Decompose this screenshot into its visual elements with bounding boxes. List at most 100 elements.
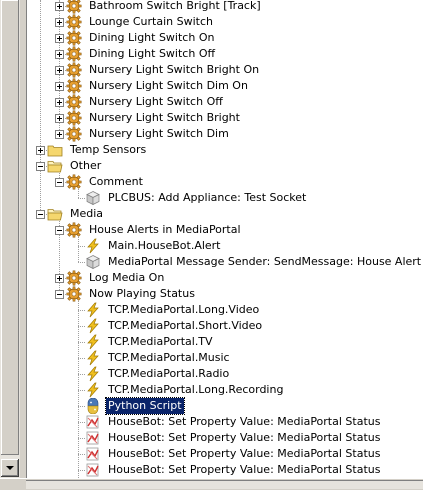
tree-item-plcbus-add-appliance-test-socket[interactable]: PLCBUS: Add Appliance: Test Socket xyxy=(27,190,423,206)
tree-item-tcp-mediaportal-tv[interactable]: TCP.MediaPortal.TV xyxy=(27,334,423,350)
tree-item-nursery-light-switch-off[interactable]: Nursery Light Switch Off xyxy=(27,94,423,110)
tree-item-label: Main.HouseBot.Alert xyxy=(108,239,221,252)
lightning-icon xyxy=(85,238,101,254)
tree-item-label: HouseBot: Set Property Value: MediaPorta… xyxy=(108,431,381,444)
collapse-button[interactable] xyxy=(55,226,64,235)
python-icon xyxy=(85,397,101,415)
gear-icon xyxy=(66,62,82,78)
horizontal-scrollbar[interactable] xyxy=(0,478,423,490)
tree-item-house-alerts-in-mediaportal[interactable]: House Alerts in MediaPortal xyxy=(27,222,423,238)
property-icon xyxy=(85,446,101,462)
tree-item-label: HouseBot: Set Property Value: MediaPorta… xyxy=(108,463,381,476)
tree-item-dining-light-switch-off[interactable]: Dining Light Switch Off xyxy=(27,46,423,62)
tree-item-label: Dining Light Switch On xyxy=(89,31,215,44)
tree-item-python-script[interactable]: Python Script xyxy=(27,397,423,415)
collapse-button[interactable] xyxy=(55,178,64,187)
pane-splitter[interactable] xyxy=(20,0,27,480)
expand-button[interactable] xyxy=(55,50,64,59)
vertical-scrollbar[interactable] xyxy=(0,0,21,480)
gear-icon xyxy=(66,174,82,190)
tree-item-label: Nursery Light Switch Bright xyxy=(89,111,240,124)
gear-icon xyxy=(66,222,82,238)
tree-item-other[interactable]: Other xyxy=(27,158,423,174)
collapse-button[interactable] xyxy=(55,290,64,299)
gear-icon xyxy=(66,78,82,94)
gear-icon xyxy=(66,286,82,302)
tree-item-label: Comment xyxy=(89,175,143,188)
folder-open-icon xyxy=(47,158,63,174)
tree-item-label: Nursery Light Switch Bright On xyxy=(89,63,260,76)
tree-item-label: TCP.MediaPortal.Long.Recording xyxy=(108,383,284,396)
tree-item-dining-light-switch-on[interactable]: Dining Light Switch On xyxy=(27,30,423,46)
tree-item-label: TCP.MediaPortal.Short.Video xyxy=(108,319,263,332)
tree-item-label: Nursery Light Switch Dim On xyxy=(89,79,248,92)
lightning-icon xyxy=(85,334,101,350)
tree-item-label: TCP.MediaPortal.TV xyxy=(108,335,213,348)
tree-item-housebot-set-property-value-mediaportal-status[interactable]: HouseBot: Set Property Value: MediaPorta… xyxy=(27,414,423,430)
tree-item-housebot-set-property-value-mediaportal-status[interactable]: HouseBot: Set Property Value: MediaPorta… xyxy=(27,462,423,478)
property-icon xyxy=(85,462,101,478)
tree-item-temp-sensors[interactable]: Temp Sensors xyxy=(27,142,423,158)
collapse-button[interactable] xyxy=(36,162,45,171)
gear-icon xyxy=(66,30,82,46)
expand-button[interactable] xyxy=(55,82,64,91)
tree-item-label: Now Playing Status xyxy=(89,287,195,300)
tree-item-now-playing-status[interactable]: Now Playing Status xyxy=(27,286,423,302)
scrollbar-thumb[interactable] xyxy=(1,0,19,455)
tree-item-nursery-light-switch-bright[interactable]: Nursery Light Switch Bright xyxy=(27,110,423,126)
expand-button[interactable] xyxy=(36,146,45,155)
expand-button[interactable] xyxy=(55,34,64,43)
tree-item-label: Lounge Curtain Switch xyxy=(89,15,213,28)
tree-item-tcp-mediaportal-radio[interactable]: TCP.MediaPortal.Radio xyxy=(27,366,423,382)
tree-item-label: Dining Light Switch Off xyxy=(89,47,216,60)
tree-item-label: Nursery Light Switch Dim xyxy=(89,127,229,140)
tree-item-mediaportal-message-sender-sendmessage-house-alert[interactable]: MediaPortal Message Sender: SendMessage:… xyxy=(27,254,423,270)
tree-item-media[interactable]: Media xyxy=(27,206,423,222)
tree-item-housebot-set-property-value-mediaportal-status[interactable]: HouseBot: Set Property Value: MediaPorta… xyxy=(27,430,423,446)
expand-button[interactable] xyxy=(55,130,64,139)
gear-icon xyxy=(66,126,82,142)
gear-icon xyxy=(66,270,82,286)
tree-item-label: PLCBUS: Add Appliance: Test Socket xyxy=(108,191,307,204)
tree-item-label: MediaPortal Message Sender: SendMessage:… xyxy=(108,255,422,268)
gear-icon xyxy=(66,110,82,126)
expand-button[interactable] xyxy=(55,274,64,283)
lightning-icon xyxy=(85,366,101,382)
tree-item-tcp-mediaportal-long-recording[interactable]: TCP.MediaPortal.Long.Recording xyxy=(27,382,423,398)
tree-item-nursery-light-switch-bright-on[interactable]: Nursery Light Switch Bright On xyxy=(27,62,423,78)
tree-item-nursery-light-switch-dim-on[interactable]: Nursery Light Switch Dim On xyxy=(27,78,423,94)
tree-view[interactable]: Bathroom Switch Bright [Track] Lounge Cur… xyxy=(27,0,423,478)
tree-item-housebot-set-property-value-mediaportal-status[interactable]: HouseBot: Set Property Value: MediaPorta… xyxy=(27,446,423,462)
scroll-down-button[interactable] xyxy=(1,459,19,477)
tree-item-tcp-mediaportal-music[interactable]: TCP.MediaPortal.Music xyxy=(27,350,423,366)
property-icon xyxy=(85,430,101,446)
expand-button[interactable] xyxy=(55,2,64,11)
tree-item-label: TCP.MediaPortal.Music xyxy=(108,351,230,364)
tree-item-tcp-mediaportal-long-video[interactable]: TCP.MediaPortal.Long.Video xyxy=(27,302,423,318)
property-icon xyxy=(85,414,101,430)
lightning-icon xyxy=(85,318,101,334)
tree-item-label: HouseBot: Set Property Value: MediaPorta… xyxy=(108,447,381,460)
collapse-button[interactable] xyxy=(36,210,45,219)
tree-item-label: TCP.MediaPortal.Radio xyxy=(108,367,230,380)
tree-item-label: Bathroom Switch Bright [Track] xyxy=(89,0,261,12)
tree-item-label: Temp Sensors xyxy=(70,143,147,156)
tree-item-nursery-light-switch-dim[interactable]: Nursery Light Switch Dim xyxy=(27,126,423,142)
tree-item-lounge-curtain-switch[interactable]: Lounge Curtain Switch xyxy=(27,14,423,30)
tree-item-label: Media xyxy=(70,207,104,220)
tree-item-label: Nursery Light Switch Off xyxy=(89,95,223,108)
gear-icon xyxy=(66,46,82,62)
horizontal-scroll-track[interactable] xyxy=(26,480,423,489)
tree-item-tcp-mediaportal-short-video[interactable]: TCP.MediaPortal.Short.Video xyxy=(27,318,423,334)
expand-button[interactable] xyxy=(55,114,64,123)
tree-item-bathroom-switch-bright-track[interactable]: Bathroom Switch Bright [Track] xyxy=(27,0,423,14)
tree-item-log-media-on[interactable]: Log Media On xyxy=(27,270,423,286)
tree-item-main-housebot-alert[interactable]: Main.HouseBot.Alert xyxy=(27,238,423,254)
lightning-icon xyxy=(85,302,101,318)
gear-icon xyxy=(66,94,82,110)
tree-item-comment[interactable]: Comment xyxy=(27,174,423,190)
expand-button[interactable] xyxy=(55,66,64,75)
folder-open-icon xyxy=(47,206,63,222)
expand-button[interactable] xyxy=(55,98,64,107)
expand-button[interactable] xyxy=(55,18,64,27)
